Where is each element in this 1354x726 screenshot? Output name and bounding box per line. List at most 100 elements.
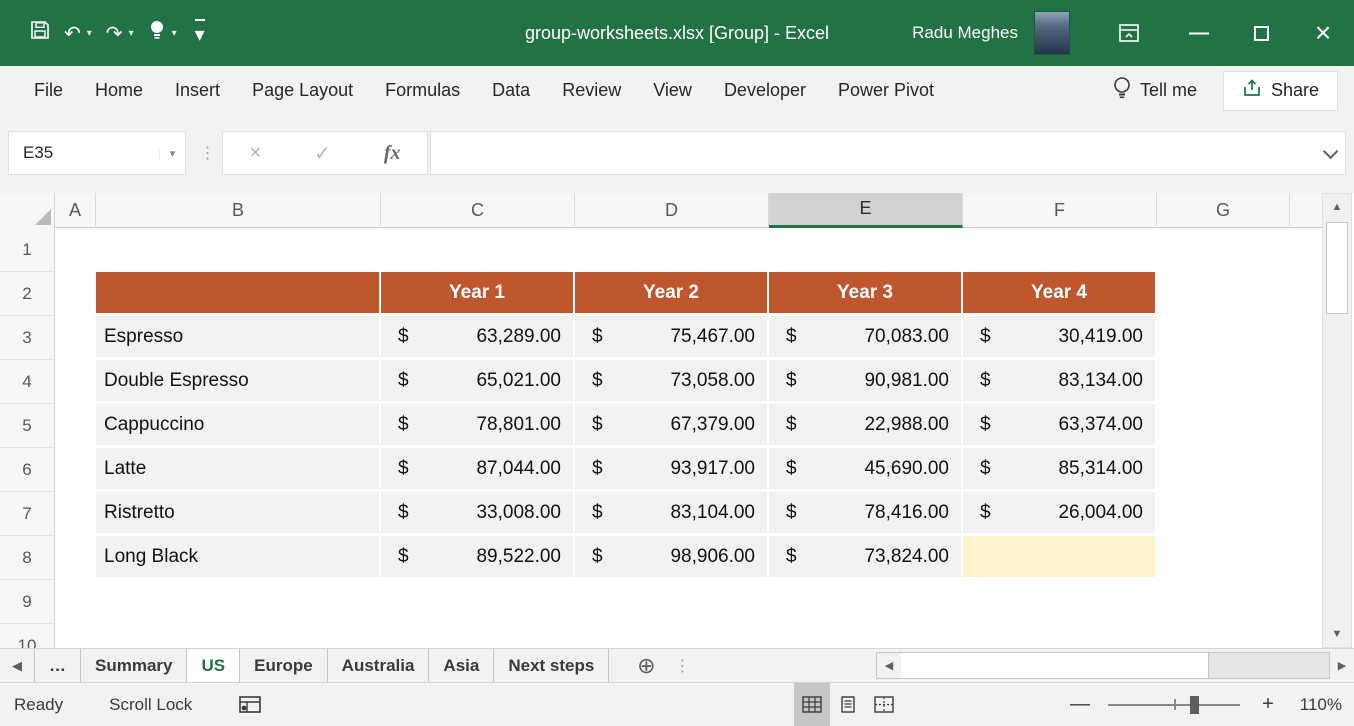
table-header-year4[interactable]: Year 4 [963,272,1155,313]
table-header-blank-cell[interactable] [96,272,379,313]
money-cell[interactable]: $63,374.00 [963,404,1155,445]
undo-dropdown-icon[interactable]: ▾ [87,28,92,39]
table-header-year1[interactable]: Year 1 [381,272,573,313]
sheet-tab-summary[interactable]: Summary [81,649,188,682]
money-cell[interactable]: $22,988.00 [769,404,961,445]
share-button[interactable]: Share [1222,70,1338,111]
highlighted-empty-cell[interactable] [963,536,1155,577]
column-header-f[interactable]: F [963,193,1157,228]
row-header-10[interactable]: 10 [0,624,54,648]
tab-file[interactable]: File [18,66,79,115]
page-break-preview-icon[interactable] [866,683,902,726]
row-label-cell[interactable]: Espresso [96,316,379,357]
expand-formula-bar-icon[interactable] [1311,143,1345,159]
scroll-down-icon[interactable]: ▼ [1323,621,1351,647]
insert-function-icon[interactable]: fx [384,142,401,165]
name-box-dropdown-icon[interactable]: ▾ [159,146,185,160]
zoom-out-icon[interactable]: — [1070,693,1090,716]
column-header-c[interactable]: C [381,193,575,228]
sheet-tab-overflow[interactable]: … [34,649,81,682]
sheet-tab-europe[interactable]: Europe [240,649,328,682]
close-button[interactable]: × [1292,0,1354,66]
horizontal-scroll-thumb[interactable] [901,653,1210,678]
money-cell[interactable]: $63,289.00 [381,316,573,357]
tab-page-layout[interactable]: Page Layout [236,66,369,115]
ribbon-display-options-icon[interactable] [1098,0,1160,66]
scroll-up-icon[interactable]: ▲ [1323,194,1351,220]
tab-home[interactable]: Home [79,66,159,115]
horizontal-scroll-track[interactable] [901,653,1329,678]
sheet-tab-us[interactable]: US [187,649,241,682]
save-icon[interactable] [30,20,50,46]
normal-view-icon[interactable] [794,683,830,726]
money-cell[interactable]: $73,824.00 [769,536,961,577]
vertical-scroll-thumb[interactable] [1326,222,1348,314]
tell-me-box[interactable]: Tell me [1113,76,1197,105]
new-sheet-icon[interactable]: ⊕ [623,649,669,682]
user-avatar[interactable] [1034,11,1070,55]
column-header-e[interactable]: E [769,193,963,228]
row-header-7[interactable]: 7 [0,492,54,536]
minimize-button[interactable]: — [1168,0,1230,66]
money-cell[interactable]: $33,008.00 [381,492,573,533]
money-cell[interactable]: $75,467.00 [575,316,767,357]
sheet-tab-australia[interactable]: Australia [328,649,430,682]
money-cell[interactable]: $93,917.00 [575,448,767,489]
column-header-d[interactable]: D [575,193,769,228]
name-box[interactable]: E35 ▾ [8,131,186,175]
account-user-name[interactable]: Radu Meghes [912,23,1018,43]
money-cell[interactable]: $87,044.00 [381,448,573,489]
column-header-b[interactable]: B [96,193,381,228]
money-cell[interactable]: $78,416.00 [769,492,961,533]
row-header-6[interactable]: 6 [0,448,54,492]
tab-data[interactable]: Data [476,66,546,115]
page-layout-view-icon[interactable] [830,683,866,726]
maximize-button[interactable] [1230,0,1292,66]
formula-input[interactable] [430,131,1346,175]
horizontal-scrollbar[interactable]: ◀ [876,652,1330,679]
money-cell[interactable]: $30,419.00 [963,316,1155,357]
tab-power-pivot[interactable]: Power Pivot [822,66,950,115]
undo-icon[interactable]: ↶ [64,21,81,46]
redo-dropdown-icon[interactable]: ▾ [129,28,134,39]
row-label-cell[interactable]: Cappuccino [96,404,379,445]
tab-view[interactable]: View [637,66,708,115]
ideas-lightbulb-icon[interactable] [148,19,166,47]
sheet-nav-left-icon[interactable]: ◀ [0,649,34,682]
money-cell[interactable]: $89,522.00 [381,536,573,577]
enter-check-icon[interactable]: ✓ [314,141,331,166]
vertical-scrollbar[interactable]: ▲ ▼ [1322,193,1352,648]
money-cell[interactable]: $67,379.00 [575,404,767,445]
customize-qat-icon[interactable]: ▾ [194,19,205,47]
zoom-slider-thumb[interactable] [1189,696,1199,714]
zoom-level[interactable]: 110% [1296,695,1342,715]
money-cell[interactable]: $78,801.00 [381,404,573,445]
tab-formulas[interactable]: Formulas [369,66,476,115]
redo-icon[interactable]: ↷ [106,21,123,46]
sheet-tab-next-steps[interactable]: Next steps [494,649,610,682]
row-label-cell[interactable]: Latte [96,448,379,489]
zoom-slider[interactable] [1108,683,1240,726]
row-header-5[interactable]: 5 [0,404,54,448]
ideas-dropdown-icon[interactable]: ▾ [172,28,177,39]
row-header-1[interactable]: 1 [0,228,54,272]
column-header-g[interactable]: G [1157,193,1290,228]
row-header-4[interactable]: 4 [0,360,54,404]
zoom-in-icon[interactable]: + [1258,693,1278,716]
tab-insert[interactable]: Insert [159,66,236,115]
row-label-cell[interactable]: Ristretto [96,492,379,533]
money-cell[interactable]: $90,981.00 [769,360,961,401]
tab-bar-options-icon[interactable]: ⋮ [669,649,695,682]
money-cell[interactable]: $85,314.00 [963,448,1155,489]
row-header-3[interactable]: 3 [0,316,54,360]
cancel-icon[interactable]: × [249,142,261,165]
column-header-a[interactable]: A [55,193,96,228]
scroll-left-icon[interactable]: ◀ [877,653,901,678]
tab-review[interactable]: Review [546,66,637,115]
money-cell[interactable]: $70,083.00 [769,316,961,357]
money-cell[interactable]: $26,004.00 [963,492,1155,533]
select-all-corner[interactable] [0,193,55,228]
sheet-tab-asia[interactable]: Asia [429,649,495,682]
row-label-cell[interactable]: Double Espresso [96,360,379,401]
row-header-2[interactable]: 2 [0,272,54,316]
